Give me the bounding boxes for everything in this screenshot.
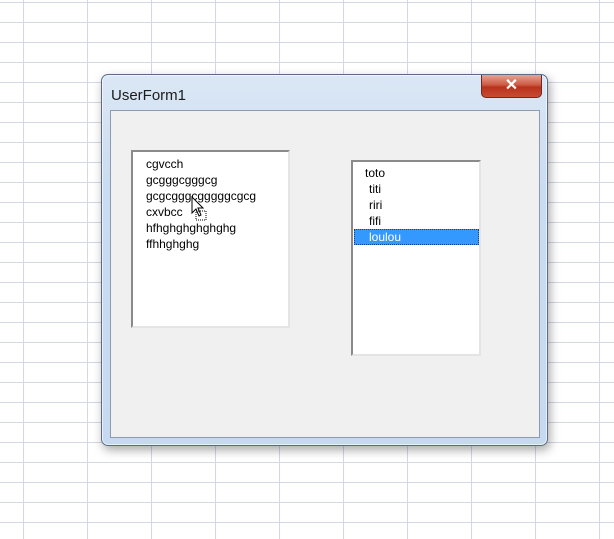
- close-icon: ✕: [504, 77, 519, 94]
- list-item[interactable]: fifi: [353, 213, 479, 229]
- list-item[interactable]: riri: [353, 197, 479, 213]
- list-item-selected[interactable]: loulou: [354, 229, 479, 245]
- listbox-1[interactable]: cgvcch gcgggcgggcg gcgcgggcgggggcgcg cxv…: [131, 150, 290, 328]
- list-item[interactable]: ffhhghghg: [146, 236, 288, 252]
- list-item[interactable]: cxvbcc: [146, 204, 288, 220]
- close-button[interactable]: ✕: [481, 75, 542, 98]
- list-item[interactable]: gcgggcgggcg: [146, 172, 288, 188]
- list-item[interactable]: gcgcgggcgggggcgcg: [146, 188, 288, 204]
- drag-cursor-icon: [191, 196, 207, 221]
- listbox-2[interactable]: toto titi riri fifi loulou: [351, 160, 481, 356]
- list-item[interactable]: hfhghghghghghg: [146, 220, 288, 236]
- list-item[interactable]: cgvcch: [146, 156, 288, 172]
- list-item[interactable]: toto: [353, 165, 479, 181]
- list-item[interactable]: titi: [353, 181, 479, 197]
- window-title: UserForm1: [111, 87, 187, 104]
